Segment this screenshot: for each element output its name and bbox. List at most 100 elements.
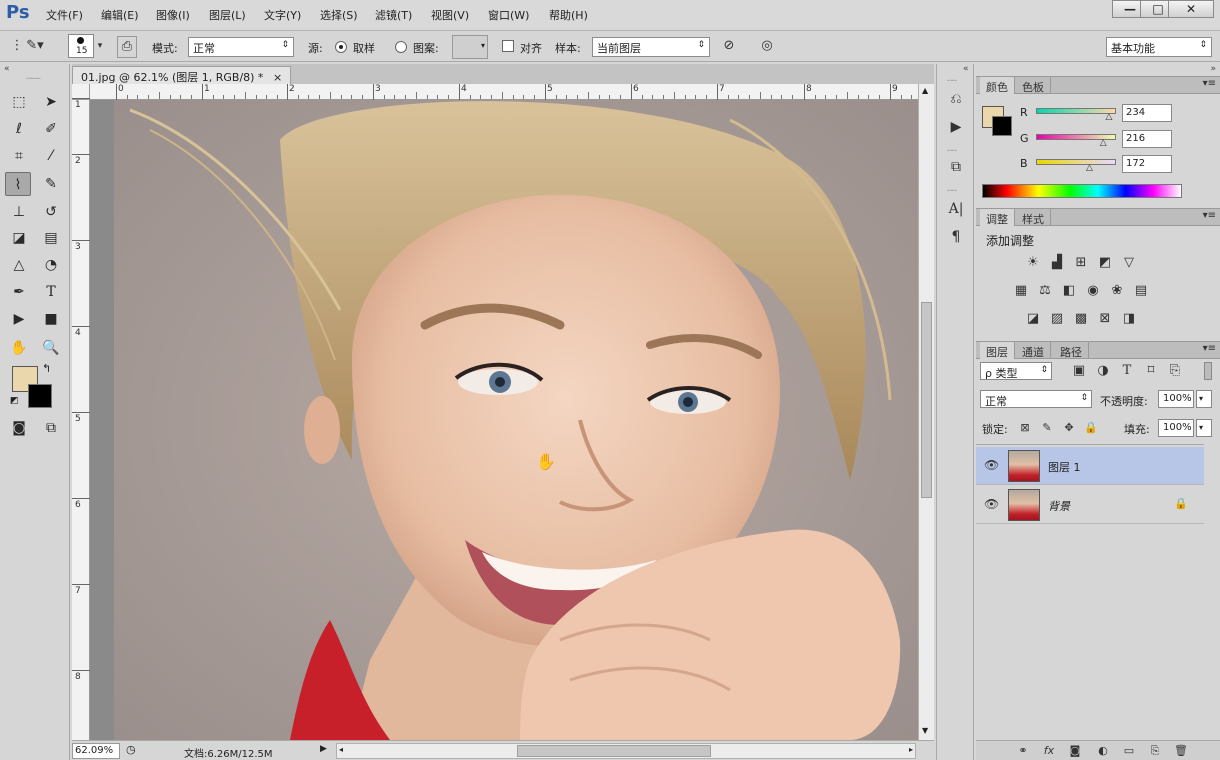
menu-file[interactable]: 文件(F) bbox=[46, 7, 83, 23]
marquee-tool-icon[interactable]: ⬚ bbox=[6, 90, 32, 114]
horizontal-ruler[interactable]: 0 1 2 3 4 5 6 7 8 9 bbox=[90, 84, 918, 100]
character-panel-icon[interactable]: A| bbox=[943, 198, 969, 220]
menu-filter[interactable]: 滤镜(T) bbox=[375, 7, 412, 23]
levels-icon[interactable]: ▟ bbox=[1048, 254, 1066, 272]
swap-colors-icon[interactable]: ↰ bbox=[42, 362, 51, 375]
invert-icon[interactable]: ◪ bbox=[1024, 310, 1042, 328]
move-tool-icon[interactable]: ➤ bbox=[38, 90, 64, 114]
vertical-scroll-thumb[interactable] bbox=[921, 302, 932, 498]
zoom-tool-icon[interactable]: 🔍 bbox=[38, 336, 64, 360]
status-menu-arrow-icon[interactable]: ▶ bbox=[320, 744, 327, 754]
healing-brush-preset-icon[interactable]: ✎▾ bbox=[20, 36, 50, 56]
actions-panel-icon[interactable]: ▶ bbox=[943, 116, 969, 138]
screen-mode-icon[interactable]: ⧉ bbox=[38, 416, 64, 440]
selective-color-icon[interactable]: ⊠ bbox=[1096, 310, 1114, 328]
source-sampled-radio[interactable] bbox=[335, 41, 347, 53]
photo-filter-icon[interactable]: ◉ bbox=[1084, 282, 1102, 300]
scroll-up-icon[interactable]: ▲ bbox=[922, 86, 928, 95]
filter-shape-icon[interactable]: ⌑ bbox=[1142, 362, 1160, 380]
layer-filter-kind-select[interactable]: ρ 类型 ⇕ bbox=[980, 362, 1052, 380]
tab-channels[interactable]: 通道 bbox=[1016, 342, 1051, 359]
layer-style-fx-icon[interactable]: fx bbox=[1040, 742, 1058, 760]
hand-tool-icon[interactable]: ✋ bbox=[6, 336, 32, 360]
brush-tool-icon[interactable]: ✎ bbox=[38, 172, 64, 196]
curves-icon[interactable]: ⊞ bbox=[1072, 254, 1090, 272]
color-panel-background-swatch[interactable] bbox=[992, 116, 1012, 136]
close-window-button[interactable]: ✕ bbox=[1168, 0, 1214, 18]
lock-pixels-icon[interactable]: ✎ bbox=[1038, 419, 1056, 437]
red-slider[interactable] bbox=[1036, 108, 1116, 114]
new-adjustment-layer-icon[interactable]: ◐ bbox=[1094, 742, 1112, 760]
collapse-panels-icon[interactable]: » bbox=[1210, 64, 1216, 74]
type-tool-icon[interactable]: T bbox=[38, 280, 64, 304]
color-balance-icon[interactable]: ⚖ bbox=[1036, 282, 1054, 300]
paragraph-panel-icon[interactable]: ¶ bbox=[943, 226, 969, 248]
link-layers-icon[interactable]: ⚭ bbox=[1014, 742, 1032, 760]
mode-select[interactable]: 正常 ⇕ bbox=[188, 37, 294, 57]
lock-all-icon[interactable]: 🔒 bbox=[1082, 419, 1100, 437]
history-panel-icon[interactable]: ⎌ bbox=[943, 88, 969, 110]
blur-tool-icon[interactable]: △ bbox=[6, 253, 32, 277]
eyedropper-tool-icon[interactable]: ⁄ bbox=[38, 144, 64, 168]
channel-mixer-icon[interactable]: ❀ bbox=[1108, 282, 1126, 300]
gradient-map-icon[interactable]: ◨ bbox=[1120, 310, 1138, 328]
menu-window[interactable]: 窗口(W) bbox=[488, 7, 529, 23]
panel-menu-icon[interactable]: ▾≡ bbox=[1203, 78, 1216, 89]
hue-saturation-icon[interactable]: ▦ bbox=[1012, 282, 1030, 300]
opacity-field[interactable]: 100% bbox=[1158, 390, 1194, 408]
vibrance-icon[interactable]: ▽ bbox=[1120, 254, 1138, 272]
background-color-swatch[interactable] bbox=[28, 384, 52, 408]
collapse-dock-icon[interactable]: « bbox=[963, 64, 969, 74]
panel-menu-icon[interactable]: ▾≡ bbox=[1203, 343, 1216, 354]
filter-adjustment-icon[interactable]: ◑ bbox=[1094, 362, 1112, 380]
exposure-icon[interactable]: ◩ bbox=[1096, 254, 1114, 272]
source-pattern-radio[interactable] bbox=[395, 41, 407, 53]
vertical-ruler[interactable]: 1 2 3 4 5 6 7 8 bbox=[72, 98, 90, 740]
document-tab[interactable]: 01.jpg @ 62.1% (图层 1, RGB/8) * × bbox=[72, 66, 292, 84]
menu-layer[interactable]: 图层(L) bbox=[209, 7, 246, 23]
green-slider-thumb[interactable]: △ bbox=[1100, 138, 1107, 148]
clone-stamp-tool-icon[interactable]: ⊥ bbox=[6, 200, 32, 224]
filter-pixel-icon[interactable]: ▣ bbox=[1070, 362, 1088, 380]
posterize-icon[interactable]: ▨ bbox=[1048, 310, 1066, 328]
add-mask-icon[interactable]: ◙ bbox=[1066, 742, 1084, 760]
lasso-tool-icon[interactable]: ℓ bbox=[6, 117, 32, 141]
green-value-field[interactable]: 216 bbox=[1122, 130, 1172, 148]
eraser-tool-icon[interactable]: ◪ bbox=[6, 226, 32, 250]
tab-paths[interactable]: 路径 bbox=[1054, 342, 1089, 359]
path-selection-tool-icon[interactable]: ▶ bbox=[6, 307, 32, 331]
threshold-icon[interactable]: ▩ bbox=[1072, 310, 1090, 328]
blue-value-field[interactable]: 172 bbox=[1122, 155, 1172, 173]
status-icon[interactable]: ◷ bbox=[126, 743, 136, 756]
lock-position-icon[interactable]: ✥ bbox=[1060, 419, 1078, 437]
horizontal-scroll-thumb[interactable] bbox=[517, 745, 711, 757]
ignore-adjustment-layers-icon[interactable]: ⊘ bbox=[718, 36, 740, 56]
pressure-size-icon[interactable]: ◎ bbox=[756, 36, 778, 56]
chevron-down-icon[interactable]: ▾ bbox=[95, 36, 105, 56]
panel-menu-icon[interactable]: ▾≡ bbox=[1203, 210, 1216, 221]
horizontal-scrollbar[interactable]: ◂ ▸ bbox=[336, 743, 916, 759]
quick-mask-icon[interactable]: ◙ bbox=[6, 416, 32, 440]
scroll-left-icon[interactable]: ◂ bbox=[339, 745, 343, 754]
eye-visibility-icon[interactable]: 👁 bbox=[984, 458, 999, 472]
rectangle-tool-icon[interactable]: ■ bbox=[38, 307, 64, 331]
menu-image[interactable]: 图像(I) bbox=[156, 7, 190, 23]
history-brush-tool-icon[interactable]: ↺ bbox=[38, 200, 64, 224]
brightness-icon[interactable]: ☀ bbox=[1024, 254, 1042, 272]
tab-styles[interactable]: 样式 bbox=[1016, 209, 1051, 226]
pen-tool-icon[interactable]: ✒ bbox=[6, 280, 32, 304]
dodge-tool-icon[interactable]: ◔ bbox=[38, 253, 64, 277]
red-value-field[interactable]: 234 bbox=[1122, 104, 1172, 122]
brush-size-picker[interactable]: 15 bbox=[68, 34, 94, 58]
layer-row-layer1[interactable]: 👁 图层 1 bbox=[976, 447, 1204, 485]
default-colors-icon[interactable]: ◩ bbox=[10, 396, 19, 406]
tab-layers[interactable]: 图层 bbox=[980, 342, 1015, 359]
tab-swatches[interactable]: 色板 bbox=[1016, 77, 1051, 94]
blend-mode-select[interactable]: 正常 ⇕ bbox=[980, 390, 1092, 408]
blue-slider-thumb[interactable]: △ bbox=[1086, 163, 1093, 173]
color-lookup-icon[interactable]: ▤ bbox=[1132, 282, 1150, 300]
new-group-icon[interactable]: ▭ bbox=[1120, 742, 1138, 760]
aligned-checkbox[interactable] bbox=[502, 40, 514, 52]
collapse-panel-icon[interactable]: « bbox=[4, 64, 10, 74]
menu-type[interactable]: 文字(Y) bbox=[264, 7, 301, 23]
